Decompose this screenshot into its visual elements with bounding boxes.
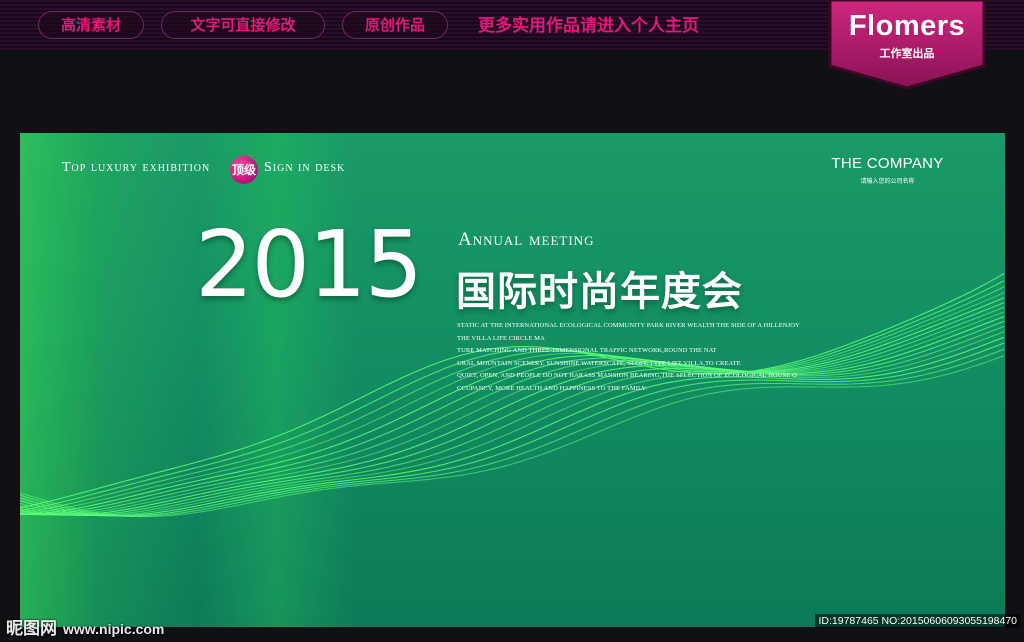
description-line: QUIET, OPEN, AND PEOPLE DO NOT HARASS MA…: [457, 372, 797, 379]
pill-hd-material[interactable]: 高清素材: [38, 11, 144, 39]
annual-meeting-label: Annual meeting: [458, 229, 595, 250]
tagline-right: Sign in desk: [264, 160, 346, 175]
event-year: 2015: [195, 211, 423, 318]
promo-text[interactable]: 更多实用作品请进入个人主页: [478, 13, 699, 39]
logo-name: Flomers: [848, 10, 966, 42]
event-title-cn: 国际时尚年度会: [456, 269, 743, 315]
logo-subtitle: 工作室出品: [879, 47, 935, 60]
site-watermark: 昵图网 www.nipic.com: [6, 614, 164, 639]
watermark-url: www.nipic.com: [63, 621, 165, 637]
description-line: THE VILLA LIFE CIRCLE MA: [457, 334, 545, 342]
banner-poster: Top luxury exhibition 顶级 Sign in desk TH…: [20, 133, 1005, 627]
top-level-badge: 顶级: [230, 156, 258, 184]
studio-logo[interactable]: Flomers 工作室出品: [826, 0, 988, 90]
description-line: URAL MOUNTAIN SCENERY, SUNSHINE WATERSCA…: [457, 359, 741, 367]
company-name: THE COMPANY: [831, 155, 944, 172]
description-line: STATIC AT THE INTERNATIONAL ECOLOGICAL C…: [457, 322, 800, 329]
watermark-cn: 昵图网: [6, 619, 57, 639]
company-name-hint: 请输入您的公司名称: [860, 178, 915, 185]
pill-original-work[interactable]: 原创作品: [342, 11, 448, 39]
description-block: STATIC AT THE INTERNATIONAL ECOLOGICAL C…: [457, 320, 857, 395]
description-line: TURE MATCHING AND THREE-DIMENSIONAL TRAF…: [457, 347, 717, 354]
image-id-line: ID:19787465 NO:20150606093055198470: [815, 614, 1020, 628]
description-line: CCUPANCY, MORE HEALTH AND HAPPINESS TO T…: [457, 384, 648, 392]
pill-editable-text[interactable]: 文字可直接修改: [161, 11, 325, 39]
